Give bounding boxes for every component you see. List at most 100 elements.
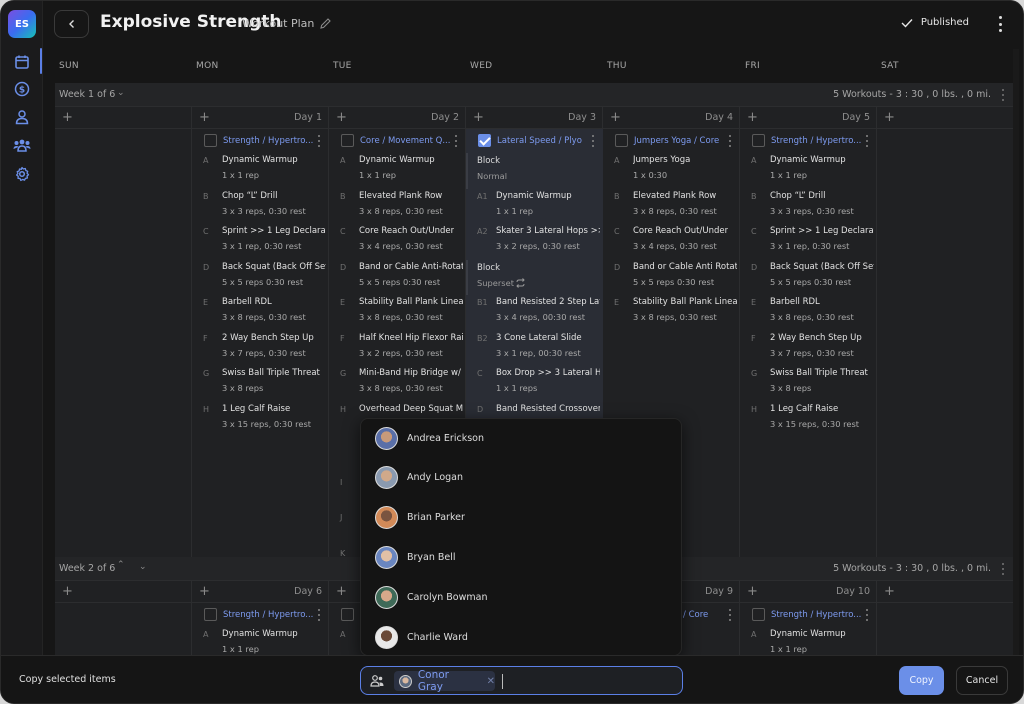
recipient-chip[interactable]: Conor Gray ✕ <box>394 669 495 693</box>
person-option[interactable]: Andrea Erickson <box>375 424 484 452</box>
workout-title[interactable]: Strength / Hypertro... <box>223 136 313 146</box>
exercise-item[interactable]: A Jumpers Yoga 1 x 0:30 <box>603 153 740 189</box>
sidebar-item-calendar[interactable] <box>12 52 32 72</box>
workout-checkbox[interactable] <box>204 608 217 621</box>
exercise-item[interactable]: A Dynamic Warmup 1 x 1 rep <box>192 153 329 189</box>
edit-title-button[interactable] <box>319 15 333 29</box>
exercise-item[interactable]: C Sprint >> 1 Leg Declarations 3 x 1 rep, … <box>740 224 877 260</box>
workout-checkbox-checked[interactable] <box>478 134 491 147</box>
workout-card[interactable]: Strength / Hypertro... A Dynamic Warmup … <box>740 603 877 663</box>
exercise-item[interactable]: G Swiss Ball Triple Threat 3 x 8 reps <box>192 366 329 402</box>
workout-card[interactable]: Strength / Hypertro... A Dynamic Warmup 1 … <box>740 129 877 437</box>
workout-title[interactable]: Core / Movement Q... <box>360 136 450 146</box>
exercise-item[interactable]: F 2 Way Bench Step Up 3 x 7 reps, 0:30 res… <box>740 331 877 367</box>
workout-checkbox[interactable] <box>204 134 217 147</box>
workout-checkbox[interactable] <box>615 134 628 147</box>
workout-card[interactable]: Strength / Hypertro... A Dynamic Warmup 1 … <box>192 129 329 437</box>
exercise-item[interactable]: G Swiss Ball Triple Threat 3 x 8 reps <box>740 366 877 402</box>
chevron-down-icon[interactable]: ⌄ <box>117 88 125 98</box>
workout-options-button[interactable] <box>728 609 732 621</box>
exercise-item[interactable]: B1 Band Resisted 2 Step Late... 3 x 4 reps… <box>466 295 603 331</box>
week-options-button[interactable] <box>1001 89 1005 101</box>
workout-options-button[interactable] <box>865 609 869 621</box>
workout-options-button[interactable] <box>591 135 595 147</box>
publish-status[interactable]: Published <box>901 17 969 28</box>
sidebar-item-profile[interactable] <box>12 107 32 127</box>
exercise-item[interactable]: B Elevated Plank Row 3 x 8 reps, 0:30 rest <box>603 189 740 225</box>
workout-card[interactable]: Jumpers Yoga / Core A Jumpers Yoga 1 x 0:3… <box>603 129 740 331</box>
workout-title[interactable]: Strength / Hypertro... <box>223 610 313 620</box>
copy-button[interactable]: Copy <box>899 666 944 695</box>
workout-card[interactable]: Strength / Hypertro... A Dynamic Warmup … <box>192 603 329 663</box>
chevron-down-icon[interactable]: ⌄ <box>139 562 147 572</box>
exercise-item[interactable]: G Mini-Band Hip Bridge w/ ... 3 x 8 reps, … <box>329 366 466 402</box>
workout-options-button[interactable] <box>317 135 321 147</box>
exercise-item[interactable]: D Back Squat (Back Off Set) 5 x 5 reps 0:3… <box>740 260 877 296</box>
exercise-item[interactable]: C Core Reach Out/Under 3 x 4 reps, 0:30 re… <box>329 224 466 260</box>
add-workout-button[interactable]: + <box>884 110 895 125</box>
exercise-item[interactable]: H 1 Leg Calf Raise 3 x 15 reps, 0:30 rest <box>740 402 877 438</box>
workout-title[interactable]: Strength / Hypertro... <box>771 610 861 620</box>
exercise-item[interactable]: E Stability Ball Plank Linear ... 3 x 8 re… <box>329 295 466 331</box>
person-option[interactable]: Charlie Ward <box>375 623 468 651</box>
workout-checkbox[interactable] <box>752 608 765 621</box>
exercise-item[interactable]: H 1 Leg Calf Raise 3 x 15 reps, 0:30 rest <box>192 402 329 438</box>
add-workout-button[interactable]: + <box>884 584 895 599</box>
exercise-item[interactable]: B2 3 Cone Lateral Slide 3 x 1 rep, 00:30 r… <box>466 331 603 367</box>
exercise-item[interactable]: B Chop “L” Drill 3 x 3 reps, 0:30 rest <box>192 189 329 225</box>
exercise-item[interactable]: B Elevated Plank Row 3 x 8 reps, 0:30 rest <box>329 189 466 225</box>
sidebar-item-settings[interactable] <box>12 164 32 184</box>
recipient-input[interactable]: Conor Gray ✕ <box>360 666 683 695</box>
app-logo[interactable]: ES <box>8 10 36 38</box>
add-workout-button[interactable]: + <box>336 584 347 599</box>
exercise-item[interactable]: F Half Kneel Hip Flexor Rais... 3 x 2 reps… <box>329 331 466 367</box>
workout-card-selected[interactable]: Lateral Speed / Plyo Block Normal A1 Dyna… <box>466 129 603 439</box>
exercise-item[interactable]: E Stability Ball Plank Linear ... 3 x 8 re… <box>603 295 740 331</box>
exercise-item[interactable]: D Band or Cable Anti-Rotati... 5 x 5 reps … <box>329 260 466 296</box>
week-options-button[interactable] <box>1001 563 1005 575</box>
exercise-item[interactable]: A1 Dynamic Warmup 1 x 1 rep <box>466 189 603 225</box>
exercise-item[interactable]: A2 Skater 3 Lateral Hops >> ... 3 x 2 reps… <box>466 224 603 260</box>
person-option[interactable]: Andy Logan <box>375 464 463 492</box>
exercise-item[interactable]: B Chop “L” Drill 3 x 3 reps, 0:30 rest <box>740 189 877 225</box>
add-workout-button[interactable]: + <box>62 110 73 125</box>
add-workout-button[interactable]: + <box>199 110 210 125</box>
add-workout-button[interactable]: + <box>747 584 758 599</box>
add-workout-button[interactable]: + <box>199 584 210 599</box>
workout-checkbox[interactable] <box>752 134 765 147</box>
workout-title[interactable]: Lateral Speed / Plyo <box>497 136 582 146</box>
sidebar-item-clients[interactable] <box>12 135 32 155</box>
exercise-item[interactable]: D Back Squat (Back Off Set) 5 x 5 reps 0:3… <box>192 260 329 296</box>
workout-checkbox[interactable] <box>341 134 354 147</box>
workout-checkbox[interactable] <box>341 608 354 621</box>
person-option[interactable]: Bryan Bell <box>375 543 456 571</box>
workout-options-button[interactable] <box>317 609 321 621</box>
exercise-item[interactable]: E Barbell RDL 3 x 8 reps, 0:30 rest <box>192 295 329 331</box>
person-option[interactable]: Carolyn Bowman <box>375 583 487 611</box>
exercise-item[interactable]: C Box Drop >> 3 Lateral H... 1 x 1 reps <box>466 366 603 402</box>
workout-card[interactable]: Core / Movement Q... A Dynamic Warmup 1 x … <box>329 129 466 437</box>
exercise-item[interactable]: E Barbell RDL 3 x 8 reps, 0:30 rest <box>740 295 877 331</box>
workout-options-button[interactable] <box>728 135 732 147</box>
workout-options-button[interactable] <box>454 135 458 147</box>
add-workout-button[interactable]: + <box>62 584 73 599</box>
back-button[interactable] <box>54 10 89 38</box>
workout-title[interactable]: Jumpers Yoga / Core <box>634 136 719 146</box>
add-workout-button[interactable]: + <box>610 110 621 125</box>
workout-options-button[interactable] <box>865 135 869 147</box>
more-options-button[interactable] <box>995 14 1005 34</box>
add-workout-button[interactable]: + <box>747 110 758 125</box>
exercise-item[interactable]: C Sprint >> 1 Leg Declarations 3 x 1 rep, … <box>192 224 329 260</box>
exercise-item[interactable]: A Dynamic Warmup 1 x 1 rep <box>329 153 466 189</box>
cancel-button[interactable]: Cancel <box>956 666 1008 695</box>
scrollbar[interactable] <box>1013 49 1019 655</box>
exercise-item[interactable]: F 2 Way Bench Step Up 3 x 7 reps, 0:30 res… <box>192 331 329 367</box>
exercise-item[interactable]: D Band or Cable Anti Rotati... 5 x 5 reps … <box>603 260 740 296</box>
person-option[interactable]: Brian Parker <box>375 504 465 532</box>
exercise-item[interactable]: C Core Reach Out/Under 3 x 4 reps, 0:30 re… <box>603 224 740 260</box>
workout-title[interactable]: Strength / Hypertro... <box>771 136 861 146</box>
chevron-up-icon[interactable]: ⌃ <box>117 560 125 570</box>
sidebar-item-billing[interactable]: $ <box>12 79 32 99</box>
exercise-item[interactable]: A Dynamic Warmup 1 x 1 rep <box>740 153 877 189</box>
add-workout-button[interactable]: + <box>336 110 347 125</box>
